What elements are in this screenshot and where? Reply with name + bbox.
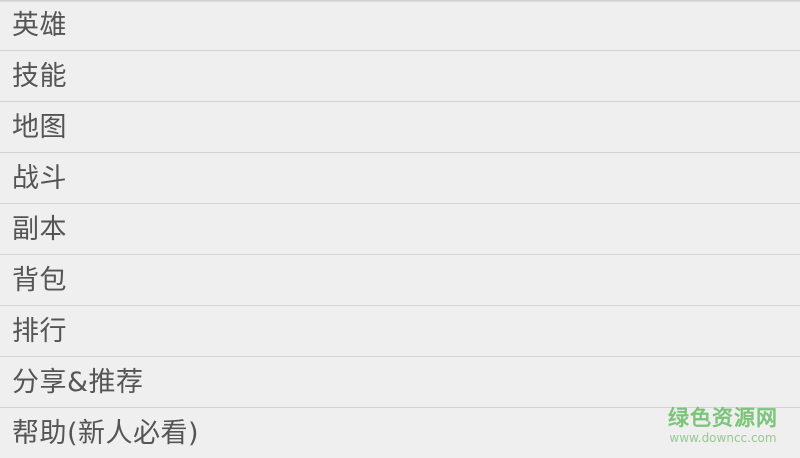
main-menu-list: 英雄 技能 地图 战斗 副本 背包 排行 分享&推荐 帮助(新人必看) [0,0,800,458]
menu-item-label: 地图 [12,111,67,143]
menu-item-ranking[interactable]: 排行 [0,306,800,357]
menu-item-label: 背包 [12,264,67,296]
menu-item-label: 分享&推荐 [12,366,144,398]
menu-item-label: 副本 [12,213,67,245]
menu-item-share-recommend[interactable]: 分享&推荐 [0,357,800,408]
menu-item-skills[interactable]: 技能 [0,51,800,102]
menu-item-heroes[interactable]: 英雄 [0,0,800,51]
menu-screen: 英雄 技能 地图 战斗 副本 背包 排行 分享&推荐 帮助(新人必看) 绿色资源… [0,0,800,455]
menu-item-map[interactable]: 地图 [0,102,800,153]
menu-item-label: 排行 [12,315,67,347]
menu-item-dungeon[interactable]: 副本 [0,204,800,255]
menu-item-label: 战斗 [12,162,67,194]
menu-item-label: 英雄 [12,9,67,41]
menu-item-backpack[interactable]: 背包 [0,255,800,306]
menu-item-battle[interactable]: 战斗 [0,153,800,204]
menu-item-help[interactable]: 帮助(新人必看) [0,408,800,458]
menu-item-label: 帮助(新人必看) [12,417,200,449]
menu-item-label: 技能 [12,60,67,92]
